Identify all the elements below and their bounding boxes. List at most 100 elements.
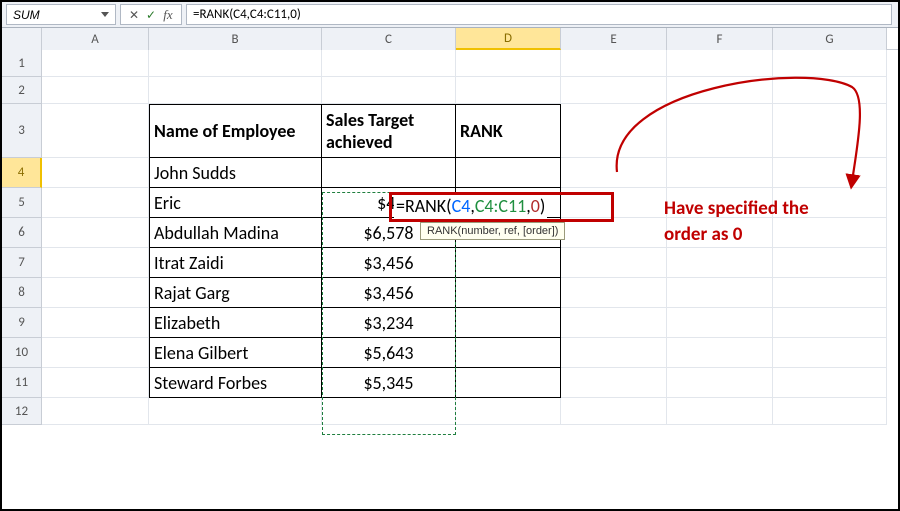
cell-C4[interactable]	[322, 158, 456, 188]
cell-A7[interactable]	[42, 248, 149, 278]
cell-A5[interactable]	[42, 188, 149, 218]
cell-D9[interactable]	[456, 308, 561, 338]
cell-G10[interactable]	[773, 338, 887, 368]
col-header-A[interactable]: A	[42, 28, 149, 50]
cell-C12[interactable]	[322, 398, 456, 425]
cell-E10[interactable]	[561, 338, 667, 368]
cell-D1[interactable]	[456, 50, 561, 77]
cell-E8[interactable]	[561, 278, 667, 308]
cell-B7[interactable]: Itrat Zaidi	[149, 248, 322, 278]
cell-G11[interactable]	[773, 368, 887, 398]
cell-B2[interactable]	[149, 77, 322, 104]
cell-D11[interactable]	[456, 368, 561, 398]
cell-C7[interactable]: $3,456	[322, 248, 456, 278]
cell-B5[interactable]: Eric	[149, 188, 322, 218]
cell-B9[interactable]: Elizabeth	[149, 308, 322, 338]
cell-B8[interactable]: Rajat Garg	[149, 278, 322, 308]
cell-A12[interactable]	[42, 398, 149, 425]
cell-B4[interactable]: John Sudds	[149, 158, 322, 188]
cell-A11[interactable]	[42, 368, 149, 398]
row-header-3[interactable]: 3	[2, 104, 42, 158]
cell-B12[interactable]	[149, 398, 322, 425]
cell-C10[interactable]: $5,643	[322, 338, 456, 368]
row-header-2[interactable]: 2	[2, 77, 42, 104]
cell-A4[interactable]	[42, 158, 149, 188]
cell-E6[interactable]	[561, 218, 667, 248]
col-header-B[interactable]: B	[149, 28, 322, 50]
formula-input[interactable]: =RANK(C4,C4:C11,0)	[186, 4, 892, 25]
cell-F11[interactable]	[667, 368, 773, 398]
cell-G2[interactable]	[773, 77, 887, 104]
cell-E3[interactable]	[561, 104, 667, 158]
cell-A10[interactable]	[42, 338, 149, 368]
cell-A8[interactable]	[42, 278, 149, 308]
row-header-5[interactable]: 5	[2, 188, 42, 218]
cell-F9[interactable]	[667, 308, 773, 338]
cell-F8[interactable]	[667, 278, 773, 308]
cell-D12[interactable]	[456, 398, 561, 425]
cell-E12[interactable]	[561, 398, 667, 425]
cell-F3[interactable]	[667, 104, 773, 158]
cell-G9[interactable]	[773, 308, 887, 338]
cell-D7[interactable]	[456, 248, 561, 278]
cell-E9[interactable]	[561, 308, 667, 338]
select-all-corner[interactable]	[2, 28, 42, 50]
col-header-D[interactable]: D	[456, 28, 561, 50]
cell-C8[interactable]: $3,456	[322, 278, 456, 308]
row-header-7[interactable]: 7	[2, 248, 42, 278]
fx-icon[interactable]: fx	[161, 8, 175, 22]
cell-A3[interactable]	[42, 104, 149, 158]
row-header-11[interactable]: 11	[2, 368, 42, 398]
cell-E5[interactable]	[561, 188, 667, 218]
cell-B6[interactable]: Abdullah Madina	[149, 218, 322, 248]
cell-A6[interactable]	[42, 218, 149, 248]
enter-formula-button[interactable]: ✓	[144, 8, 158, 22]
col-header-E[interactable]: E	[561, 28, 667, 50]
cell-E1[interactable]	[561, 50, 667, 77]
cell-F7[interactable]	[667, 248, 773, 278]
cell-G8[interactable]	[773, 278, 887, 308]
cell-E11[interactable]	[561, 368, 667, 398]
col-header-G[interactable]: G	[773, 28, 887, 50]
cell-A1[interactable]	[42, 50, 149, 77]
cell-D2[interactable]	[456, 77, 561, 104]
name-box-dropdown-icon[interactable]	[101, 12, 109, 17]
cell-D10[interactable]	[456, 338, 561, 368]
row-header-4[interactable]: 4	[2, 158, 42, 188]
row-header-12[interactable]: 12	[2, 398, 42, 425]
cell-G1[interactable]	[773, 50, 887, 77]
cell-G12[interactable]	[773, 398, 887, 425]
cell-F10[interactable]	[667, 338, 773, 368]
cell-E4[interactable]	[561, 158, 667, 188]
cancel-formula-button[interactable]: ✕	[127, 8, 141, 22]
cell-C11[interactable]: $5,345	[322, 368, 456, 398]
col-header-F[interactable]: F	[667, 28, 773, 50]
cell-E7[interactable]	[561, 248, 667, 278]
row-header-6[interactable]: 6	[2, 218, 42, 248]
cell-F2[interactable]	[667, 77, 773, 104]
in-cell-formula[interactable]: =RANK( C4 , C4:C11 , 0 )	[394, 192, 547, 219]
cell-B11[interactable]: Steward Forbes	[149, 368, 322, 398]
cell-F4[interactable]	[667, 158, 773, 188]
cell-C9[interactable]: $3,234	[322, 308, 456, 338]
cell-B10[interactable]: Elena Gilbert	[149, 338, 322, 368]
cell-G3[interactable]	[773, 104, 887, 158]
cell-B1[interactable]	[149, 50, 322, 77]
cell-A2[interactable]	[42, 77, 149, 104]
row-header-8[interactable]: 8	[2, 278, 42, 308]
name-box[interactable]: SUM	[6, 4, 116, 25]
cell-D4[interactable]	[456, 158, 561, 188]
cell-B3[interactable]: Name of Employee	[149, 104, 322, 158]
col-header-C[interactable]: C	[322, 28, 456, 50]
cell-F12[interactable]	[667, 398, 773, 425]
cell-C2[interactable]	[322, 77, 456, 104]
cell-C1[interactable]	[322, 50, 456, 77]
cell-F1[interactable]	[667, 50, 773, 77]
cell-E2[interactable]	[561, 77, 667, 104]
cell-C3[interactable]: Sales Target achieved	[322, 104, 456, 158]
row-header-9[interactable]: 9	[2, 308, 42, 338]
row-header-10[interactable]: 10	[2, 338, 42, 368]
cell-G7[interactable]	[773, 248, 887, 278]
cell-D3[interactable]: RANK	[456, 104, 561, 158]
cell-G4[interactable]	[773, 158, 887, 188]
